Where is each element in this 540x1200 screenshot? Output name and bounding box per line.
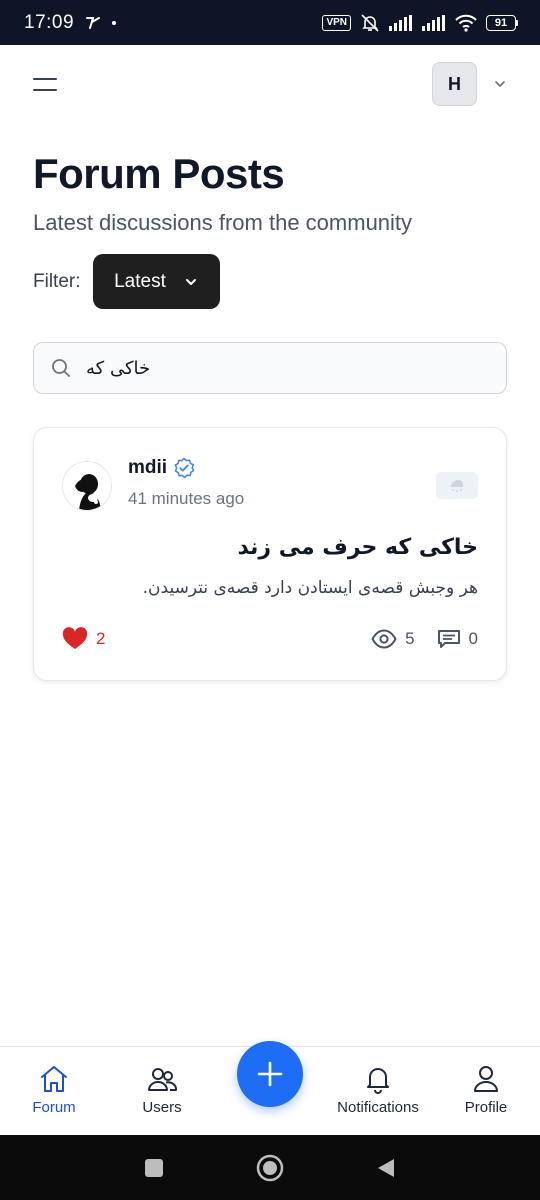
filter-label: Filter:: [33, 270, 81, 292]
vpn-badge: VPN: [322, 14, 351, 31]
bell-icon: [367, 1068, 389, 1094]
plus-icon: [257, 1061, 283, 1087]
user-icon: [474, 1066, 498, 1092]
comments-count: 0: [468, 629, 478, 648]
search-box[interactable]: [33, 342, 507, 394]
like-button[interactable]: 2: [62, 627, 105, 651]
nav-forum-label: Forum: [32, 1099, 76, 1116]
square-icon: [145, 1158, 163, 1177]
signal-icon-2: [422, 14, 445, 31]
nav-profile[interactable]: Profile: [432, 1063, 540, 1116]
post-card[interactable]: mdii 41 minutes ago خاکی که حرف می زند ه…: [33, 427, 507, 681]
views-count: 5: [405, 629, 415, 648]
post-author-avatar[interactable]: [62, 461, 112, 511]
post-timestamp: 41 minutes ago: [128, 489, 245, 508]
battery-icon: 91: [486, 14, 518, 31]
filter-dropdown[interactable]: Latest: [92, 254, 220, 309]
avatar: H: [432, 62, 477, 106]
nav-forum[interactable]: Forum: [0, 1063, 108, 1116]
system-navigation-bar: [0, 1135, 540, 1200]
home-icon: [41, 1066, 67, 1092]
nav-users[interactable]: Users: [108, 1063, 216, 1116]
home-system-button[interactable]: [256, 1154, 284, 1182]
chevron-down-icon: [185, 278, 196, 285]
nav-users-label: Users: [142, 1099, 182, 1116]
search-input[interactable]: [86, 357, 486, 379]
nav-notifications-label: Notifications: [337, 1099, 419, 1116]
views-stat: 5: [371, 629, 415, 649]
signal-icon: [389, 14, 412, 31]
chevron-down-icon: [495, 81, 505, 87]
back-triangle-icon: [378, 1158, 394, 1177]
page-subtitle: Latest discussions from the community: [33, 210, 413, 235]
comments-stat[interactable]: 0: [437, 629, 478, 649]
wifi-icon: [455, 14, 477, 32]
menu-icon-line: [33, 77, 57, 80]
status-bar: 17:09 VPN 91: [0, 0, 540, 45]
comment-icon: [437, 630, 460, 648]
app-notification-icon: [86, 16, 101, 29]
heart-icon: [62, 627, 88, 649]
post-footer: 2 5 0: [62, 624, 478, 654]
eye-icon: [371, 629, 397, 649]
dot-icon: [112, 20, 117, 25]
filter-row: Filter: Latest: [33, 254, 220, 309]
bell-muted-icon: [361, 13, 379, 32]
likes-count: 2: [96, 629, 106, 648]
menu-button[interactable]: [33, 70, 61, 98]
author-avatar-image: [63, 462, 111, 510]
nav-profile-label: Profile: [464, 1099, 508, 1116]
verified-badge-icon: [174, 457, 195, 479]
search-icon: [52, 359, 70, 377]
post-excerpt: هر وجبش قصه‌ی ایستادن دارد قصه‌ی نترسیدن…: [142, 578, 478, 598]
post-category-tag: [436, 472, 478, 499]
page-title: Forum Posts: [33, 150, 285, 197]
weather-icon: [450, 479, 464, 492]
account-menu-button[interactable]: H: [432, 62, 507, 106]
menu-icon-line: [33, 88, 57, 91]
recents-button[interactable]: [144, 1158, 164, 1178]
filter-selected-value: Latest: [114, 270, 166, 292]
post-author-name[interactable]: mdii: [128, 457, 167, 479]
create-post-button[interactable]: [237, 1041, 303, 1107]
nav-notifications[interactable]: Notifications: [324, 1063, 432, 1116]
back-button[interactable]: [376, 1157, 396, 1179]
circle-icon: [256, 1154, 284, 1181]
post-title[interactable]: خاکی که حرف می زند: [237, 535, 478, 560]
status-time: 17:09: [24, 11, 75, 33]
users-icon: [148, 1068, 178, 1091]
top-bar: H: [0, 45, 540, 123]
